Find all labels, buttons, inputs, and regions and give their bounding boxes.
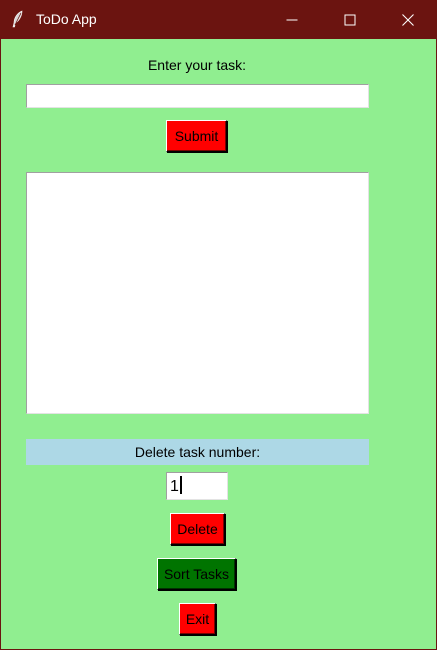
close-icon bbox=[402, 13, 414, 26]
minimize-icon bbox=[286, 19, 298, 20]
delete-button[interactable]: Delete bbox=[170, 513, 225, 545]
title-bar[interactable]: ToDo App bbox=[0, 0, 437, 39]
close-button[interactable] bbox=[379, 0, 437, 39]
text-caret bbox=[179, 476, 182, 494]
submit-button[interactable]: Submit bbox=[166, 120, 227, 152]
task-number-input[interactable]: 1 bbox=[166, 472, 228, 500]
delete-prompt-label: Delete task number: bbox=[26, 439, 369, 465]
maximize-icon bbox=[344, 14, 356, 25]
task-prompt-label: Enter your task: bbox=[147, 57, 247, 73]
sort-tasks-button[interactable]: Sort Tasks bbox=[157, 558, 236, 590]
task-number-value: 1 bbox=[170, 478, 179, 495]
maximize-button[interactable] bbox=[321, 0, 379, 39]
task-input[interactable] bbox=[26, 84, 369, 108]
exit-button[interactable]: Exit bbox=[179, 603, 216, 635]
feather-icon bbox=[11, 10, 25, 28]
window-title: ToDo App bbox=[36, 11, 97, 27]
task-listbox[interactable] bbox=[26, 172, 369, 414]
minimize-button[interactable] bbox=[263, 0, 321, 39]
